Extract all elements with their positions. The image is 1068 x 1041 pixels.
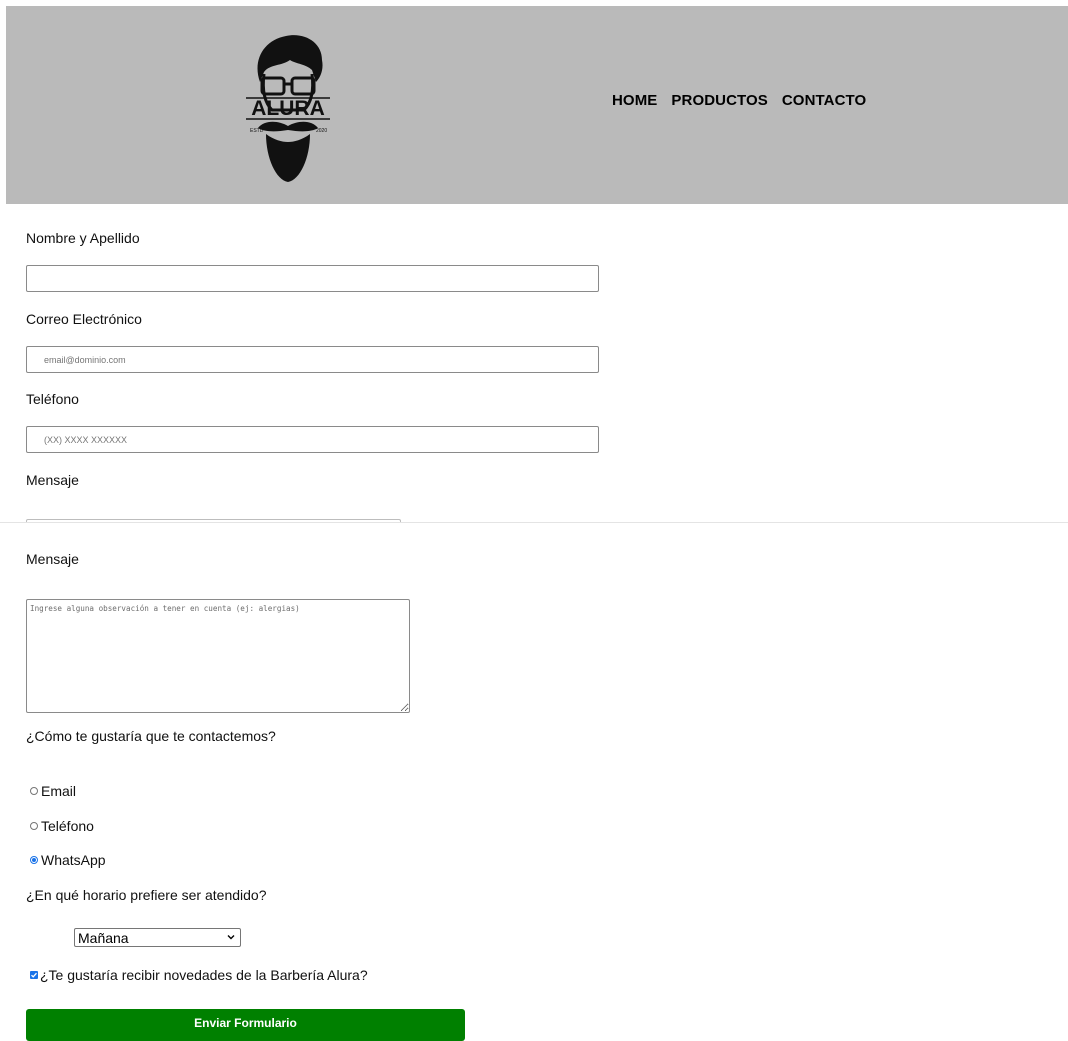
contact-question: ¿Cómo te gustaría que te contactemos? xyxy=(26,728,276,744)
logo-year: 2020 xyxy=(316,128,327,134)
name-label: Nombre y Apellido xyxy=(26,230,140,246)
message-label-cut: Mensaje xyxy=(26,472,79,488)
radio-email[interactable] xyxy=(30,787,38,795)
schedule-question: ¿En qué horario prefiere ser atendido? xyxy=(26,887,267,903)
newsletter-label: ¿Te gustaría recibir novedades de la Bar… xyxy=(40,967,368,983)
logo-wordmark: ALURA xyxy=(251,97,325,120)
newsletter-checkbox[interactable] xyxy=(30,971,38,979)
newsletter-row[interactable]: ¿Te gustaría recibir novedades de la Bar… xyxy=(30,967,368,983)
message-label: Mensaje xyxy=(26,551,79,567)
submit-button[interactable]: Enviar Formulario xyxy=(26,1009,465,1041)
phone-input[interactable] xyxy=(26,426,599,453)
alura-barber-logo[interactable]: ALURA ESTD 2020 xyxy=(242,30,334,186)
email-input[interactable] xyxy=(26,346,599,373)
radio-phone[interactable] xyxy=(30,822,38,830)
check-icon xyxy=(31,972,37,978)
phone-label: Teléfono xyxy=(26,391,79,407)
nav-home[interactable]: HOME xyxy=(612,92,657,109)
main-nav: HOME PRODUCTOS CONTACTO xyxy=(612,92,866,109)
radio-email-row[interactable]: Email xyxy=(30,783,76,799)
radio-phone-row[interactable]: Teléfono xyxy=(30,818,94,834)
screenshot-seam xyxy=(0,522,1068,523)
schedule-select-value: Mañana xyxy=(78,930,129,946)
name-input[interactable] xyxy=(26,265,599,292)
logo-estd: ESTD xyxy=(250,128,264,134)
radio-whatsapp[interactable] xyxy=(30,856,38,864)
message-textarea[interactable] xyxy=(26,599,410,713)
schedule-select[interactable]: Mañana xyxy=(74,928,241,947)
email-label: Correo Electrónico xyxy=(26,311,142,327)
nav-productos[interactable]: PRODUCTOS xyxy=(671,92,767,109)
radio-whatsapp-row[interactable]: WhatsApp xyxy=(30,852,106,868)
radio-phone-label: Teléfono xyxy=(41,818,94,834)
chevron-down-icon xyxy=(227,935,235,940)
radio-email-label: Email xyxy=(41,783,77,799)
radio-whatsapp-label: WhatsApp xyxy=(41,852,106,868)
site-header: ALURA ESTD 2020 HOME PRODUCTOS CONTACTO xyxy=(6,6,1068,204)
nav-contacto[interactable]: CONTACTO xyxy=(782,92,866,109)
